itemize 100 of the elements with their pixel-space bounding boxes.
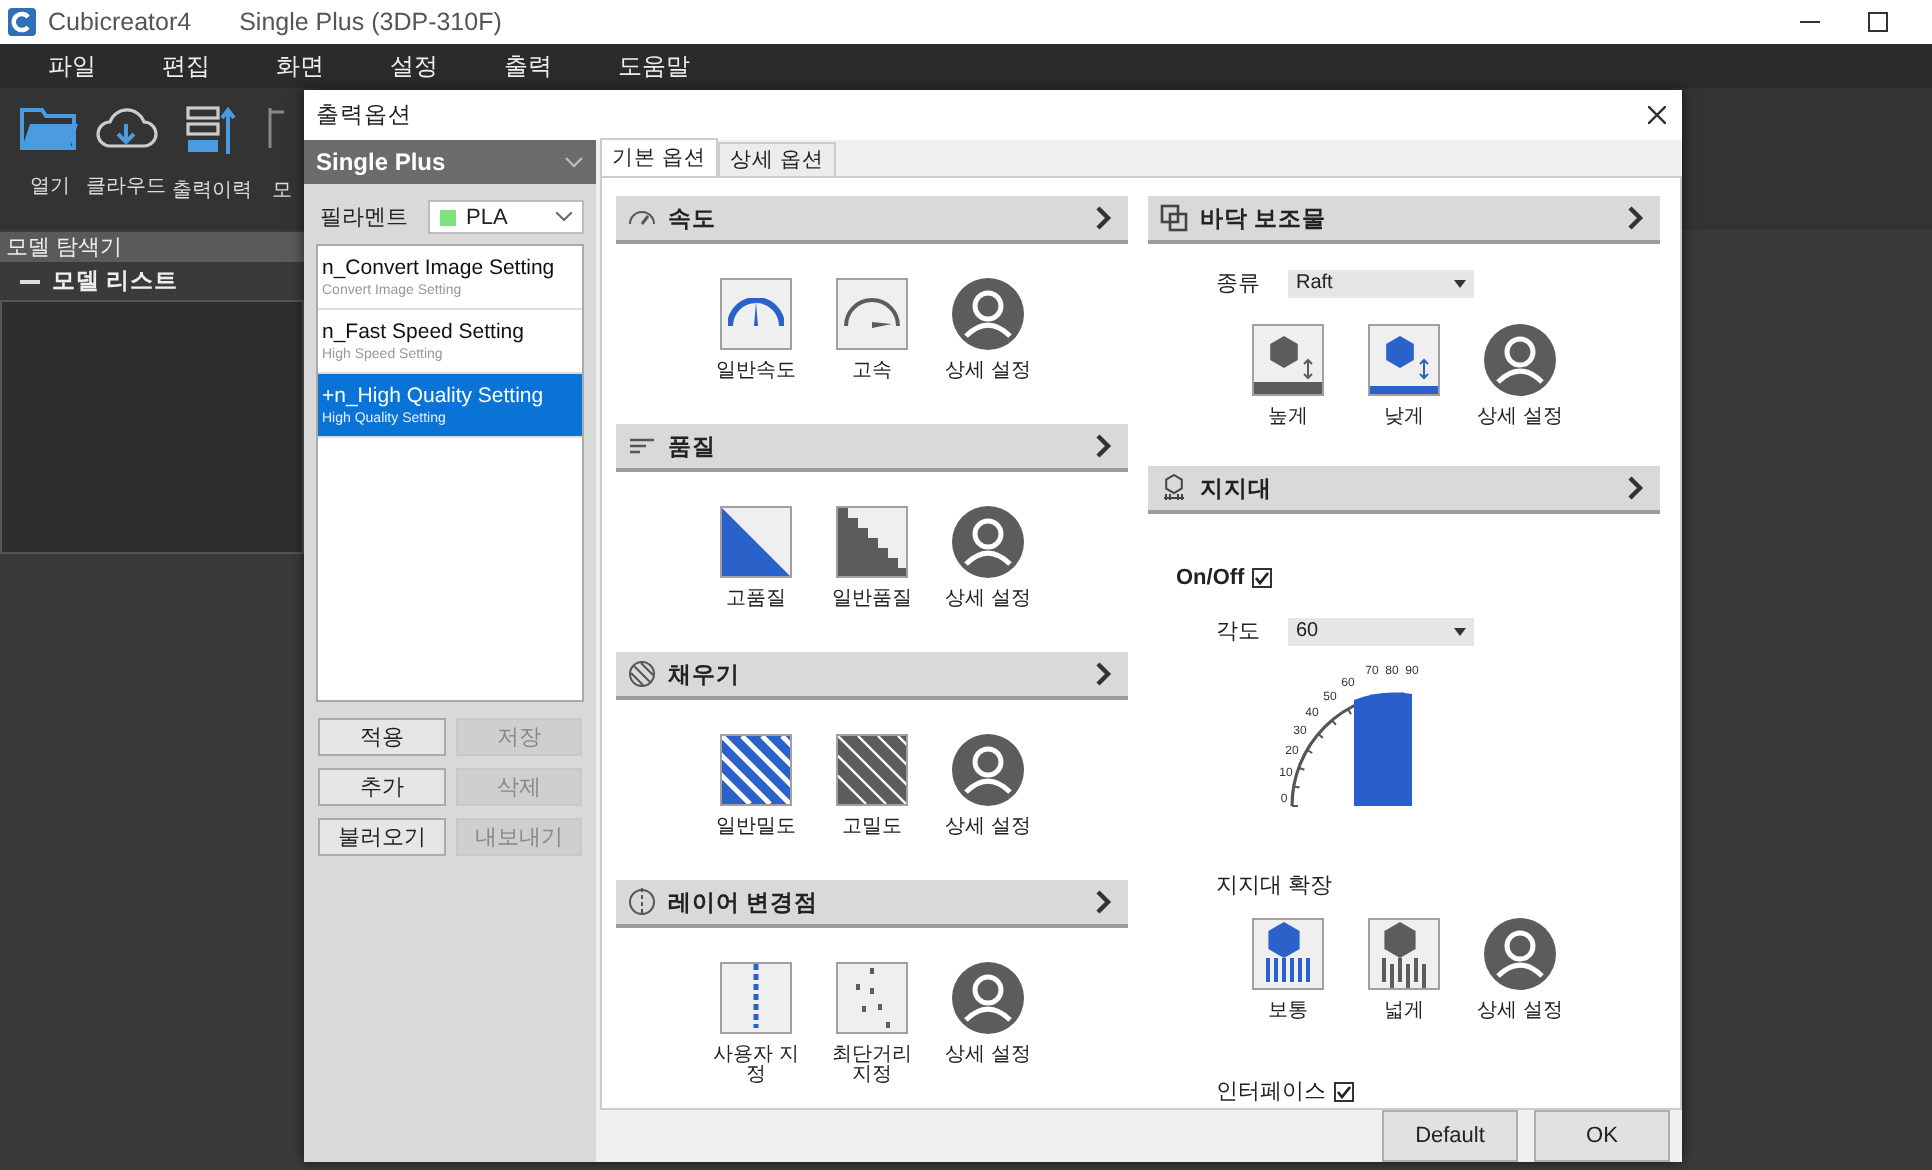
toolbar-label[interactable]: 열기 bbox=[30, 172, 70, 200]
menu-item[interactable]: 도움말 bbox=[618, 49, 690, 83]
chevron-icon[interactable] bbox=[1096, 206, 1112, 230]
panel-title: 모델 탐색기 bbox=[0, 232, 310, 262]
collapse-icon[interactable] bbox=[20, 277, 40, 285]
profile-button[interactable]: 불러오기 bbox=[318, 818, 445, 856]
option-label: 상세 설정 bbox=[943, 590, 1033, 610]
menu-item[interactable]: 편집 bbox=[162, 49, 210, 83]
option-label: 높게 bbox=[1266, 408, 1310, 428]
option-label: 고품질 bbox=[724, 590, 788, 610]
section-title: 속도 bbox=[668, 205, 718, 233]
folder-icon[interactable] bbox=[20, 104, 80, 152]
tab[interactable]: 기본 옵션 bbox=[600, 138, 718, 176]
dialog-button[interactable]: OK bbox=[1534, 1110, 1670, 1162]
menu-item[interactable]: 화면 bbox=[276, 49, 324, 83]
chevron-icon[interactable] bbox=[1628, 476, 1644, 500]
chevron-icon[interactable] bbox=[1096, 890, 1112, 914]
dots-icon bbox=[855, 968, 889, 1028]
layer-icon bbox=[628, 888, 656, 916]
section-title: 바닥 보조물 bbox=[1200, 205, 1329, 233]
toolbar-label[interactable]: 출력이력 bbox=[172, 176, 252, 204]
checkbox[interactable] bbox=[1252, 568, 1273, 588]
stripes-icon bbox=[722, 736, 790, 804]
chevron-icon[interactable] bbox=[1096, 434, 1112, 458]
option-label: 최단거리 지정 bbox=[830, 1046, 914, 1086]
section-header[interactable]: 품질 bbox=[616, 424, 1128, 472]
profile-button[interactable]: 적용 bbox=[318, 718, 445, 756]
tab[interactable]: 상세 옵션 bbox=[717, 142, 836, 176]
option-label: 낮게 bbox=[1382, 408, 1426, 428]
option-button[interactable] bbox=[1368, 324, 1440, 396]
user-icon[interactable] bbox=[952, 734, 1024, 806]
option-button[interactable] bbox=[1252, 918, 1324, 990]
option-button[interactable] bbox=[1252, 324, 1324, 396]
profile-button[interactable]: 추가 bbox=[318, 768, 445, 806]
user-icon[interactable] bbox=[952, 506, 1024, 578]
user-icon[interactable] bbox=[952, 962, 1024, 1034]
option-label: 고속 bbox=[850, 362, 894, 382]
type-dropdown[interactable]: Raft bbox=[1288, 269, 1474, 297]
user-icon[interactable] bbox=[1484, 324, 1556, 396]
chevron-icon[interactable] bbox=[1096, 662, 1112, 686]
dashed-line-icon bbox=[752, 964, 760, 1028]
section-title: 채우기 bbox=[668, 661, 742, 689]
stripes-icon bbox=[838, 736, 906, 804]
user-icon[interactable] bbox=[952, 278, 1024, 350]
filament-select[interactable]: PLA bbox=[428, 200, 584, 234]
section-title: 품질 bbox=[668, 433, 718, 461]
chevron-icon[interactable] bbox=[1628, 206, 1644, 230]
option-label: 보통 bbox=[1266, 1002, 1310, 1022]
toolbar-label[interactable]: 모 bbox=[272, 176, 292, 204]
dialog-title: 출력옵션 bbox=[316, 102, 414, 130]
option-button[interactable] bbox=[836, 962, 908, 1034]
user-icon[interactable] bbox=[1484, 918, 1556, 990]
option-button[interactable] bbox=[836, 278, 908, 350]
section-header[interactable]: 레이어 변경점 bbox=[616, 880, 1128, 928]
filament-label: 필라멘트 bbox=[320, 204, 408, 232]
option-button[interactable] bbox=[720, 734, 792, 806]
checkbox[interactable] bbox=[1334, 1081, 1354, 1101]
option-button[interactable] bbox=[836, 506, 908, 578]
angle-dropdown[interactable]: 60 bbox=[1288, 617, 1474, 645]
menu-item[interactable]: 출력 bbox=[504, 49, 552, 83]
menu-item[interactable]: 설정 bbox=[390, 49, 438, 83]
section-header[interactable]: 지지대 bbox=[1148, 466, 1660, 514]
section-header[interactable]: 바닥 보조물 bbox=[1148, 196, 1660, 244]
window-title: Single Plus (3DP-310F) bbox=[239, 8, 502, 36]
tree-item[interactable]: 모델 리스트 bbox=[52, 266, 179, 296]
chevron-icon bbox=[556, 212, 572, 222]
squares-icon bbox=[1160, 204, 1188, 232]
option-button[interactable] bbox=[720, 962, 792, 1034]
app-logo-icon bbox=[8, 8, 36, 36]
section-header[interactable]: 채우기 bbox=[616, 652, 1128, 700]
caret-icon bbox=[1454, 627, 1466, 635]
hexagon-icon bbox=[1160, 474, 1188, 502]
maximize-icon[interactable] bbox=[1868, 12, 1888, 32]
section-title: 레이어 변경점 bbox=[668, 889, 821, 917]
printer-header[interactable]: Single Plus bbox=[304, 140, 596, 184]
option-label: 상세 설정 bbox=[943, 818, 1033, 838]
hexagon-icon bbox=[1380, 920, 1428, 988]
field-label: 각도 bbox=[1216, 618, 1260, 646]
triangle-icon bbox=[722, 508, 790, 576]
dialog-button[interactable]: Default bbox=[1382, 1110, 1518, 1162]
option-label: On/Off bbox=[1176, 566, 1245, 590]
stacked-bars-icon[interactable] bbox=[186, 104, 238, 156]
cloud-download-icon[interactable] bbox=[94, 104, 158, 152]
staircase-icon bbox=[838, 508, 906, 576]
option-label: 일반밀도 bbox=[714, 818, 798, 838]
menu-item[interactable]: 파일 bbox=[48, 49, 96, 83]
option-label: 상세 설정 bbox=[1475, 408, 1565, 428]
toolbar-label[interactable]: 클라우드 bbox=[86, 172, 166, 200]
option-button[interactable] bbox=[836, 734, 908, 806]
option-label: 넓게 bbox=[1382, 1002, 1426, 1022]
option-label: 일반품질 bbox=[830, 590, 914, 610]
hexagon-icon bbox=[1264, 920, 1312, 984]
option-button[interactable] bbox=[720, 278, 792, 350]
option-label: 일반속도 bbox=[714, 362, 798, 382]
close-icon[interactable] bbox=[1648, 106, 1666, 124]
section-header[interactable]: 속도 bbox=[616, 196, 1128, 244]
option-button[interactable] bbox=[1368, 918, 1440, 990]
option-button[interactable] bbox=[720, 506, 792, 578]
option-label: 상세 설정 bbox=[943, 362, 1033, 382]
app-name: Cubicreator4 bbox=[48, 8, 192, 36]
